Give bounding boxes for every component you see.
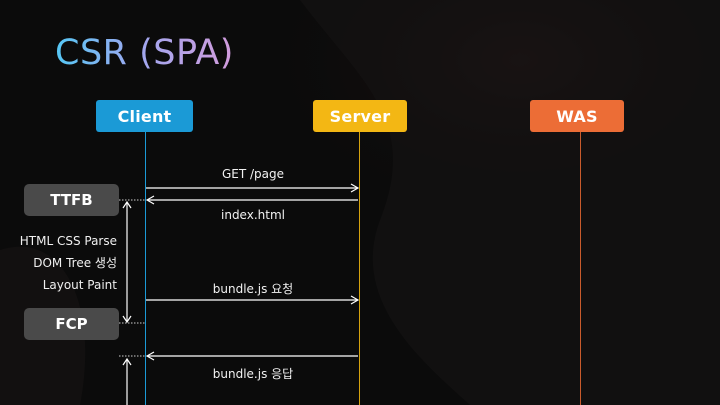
phase-parse: HTML CSS Parse [19, 234, 117, 248]
message-label-get-page: GET /page [221, 167, 285, 181]
milestone-fcp: FCP [24, 308, 119, 340]
milestone-ttfb: TTFB [24, 184, 119, 216]
phase-layout-paint: Layout Paint [42, 278, 117, 292]
phase-dom-tree: DOM Tree 생성 [33, 256, 117, 270]
message-label-index-html: index.html [221, 208, 285, 222]
message-label-bundle-response: bundle.js 응답 [212, 367, 294, 381]
render-phases: HTML CSS Parse DOM Tree 생성 Layout Paint [0, 230, 117, 296]
slide: CSR (SPA) Client Server WAS GET /page in… [0, 0, 720, 405]
message-label-bundle-request: bundle.js 요청 [212, 282, 294, 296]
